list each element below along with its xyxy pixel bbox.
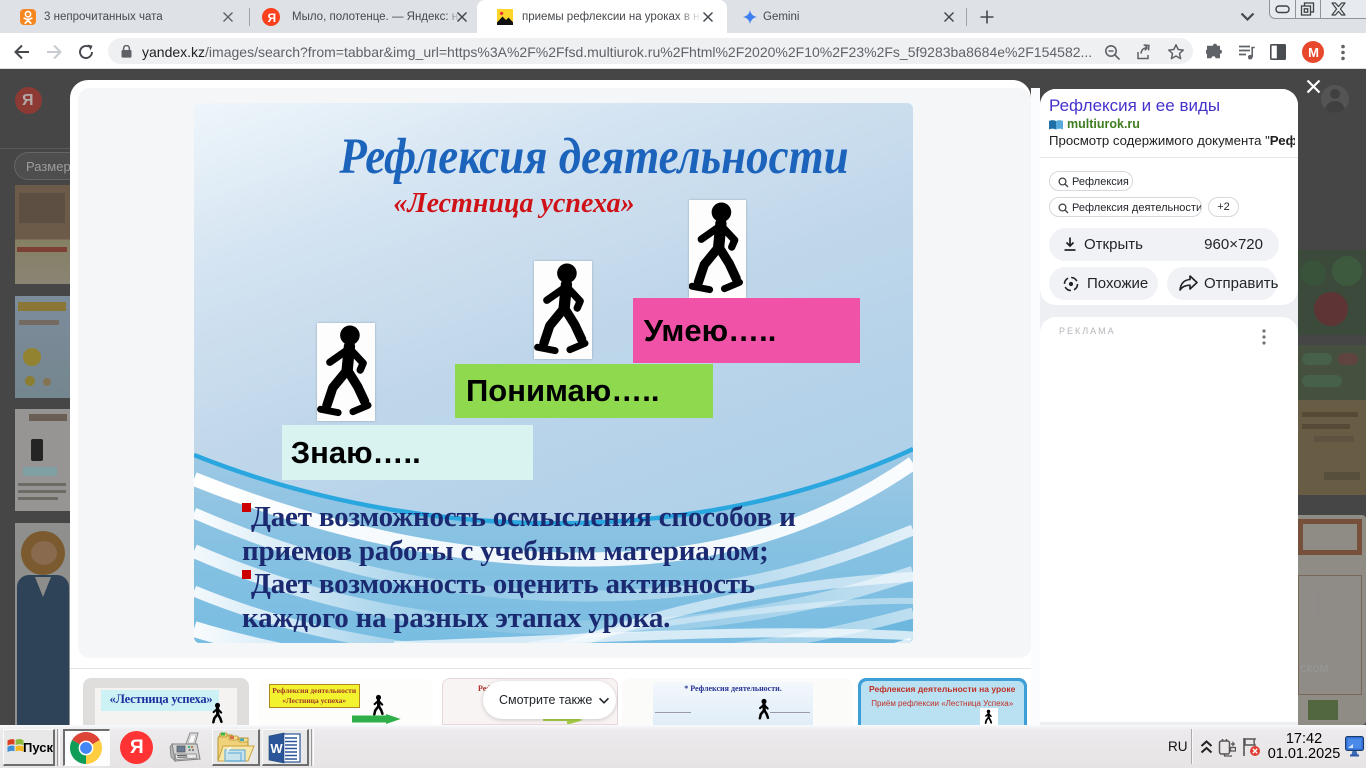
svg-text:W: W (270, 741, 283, 756)
